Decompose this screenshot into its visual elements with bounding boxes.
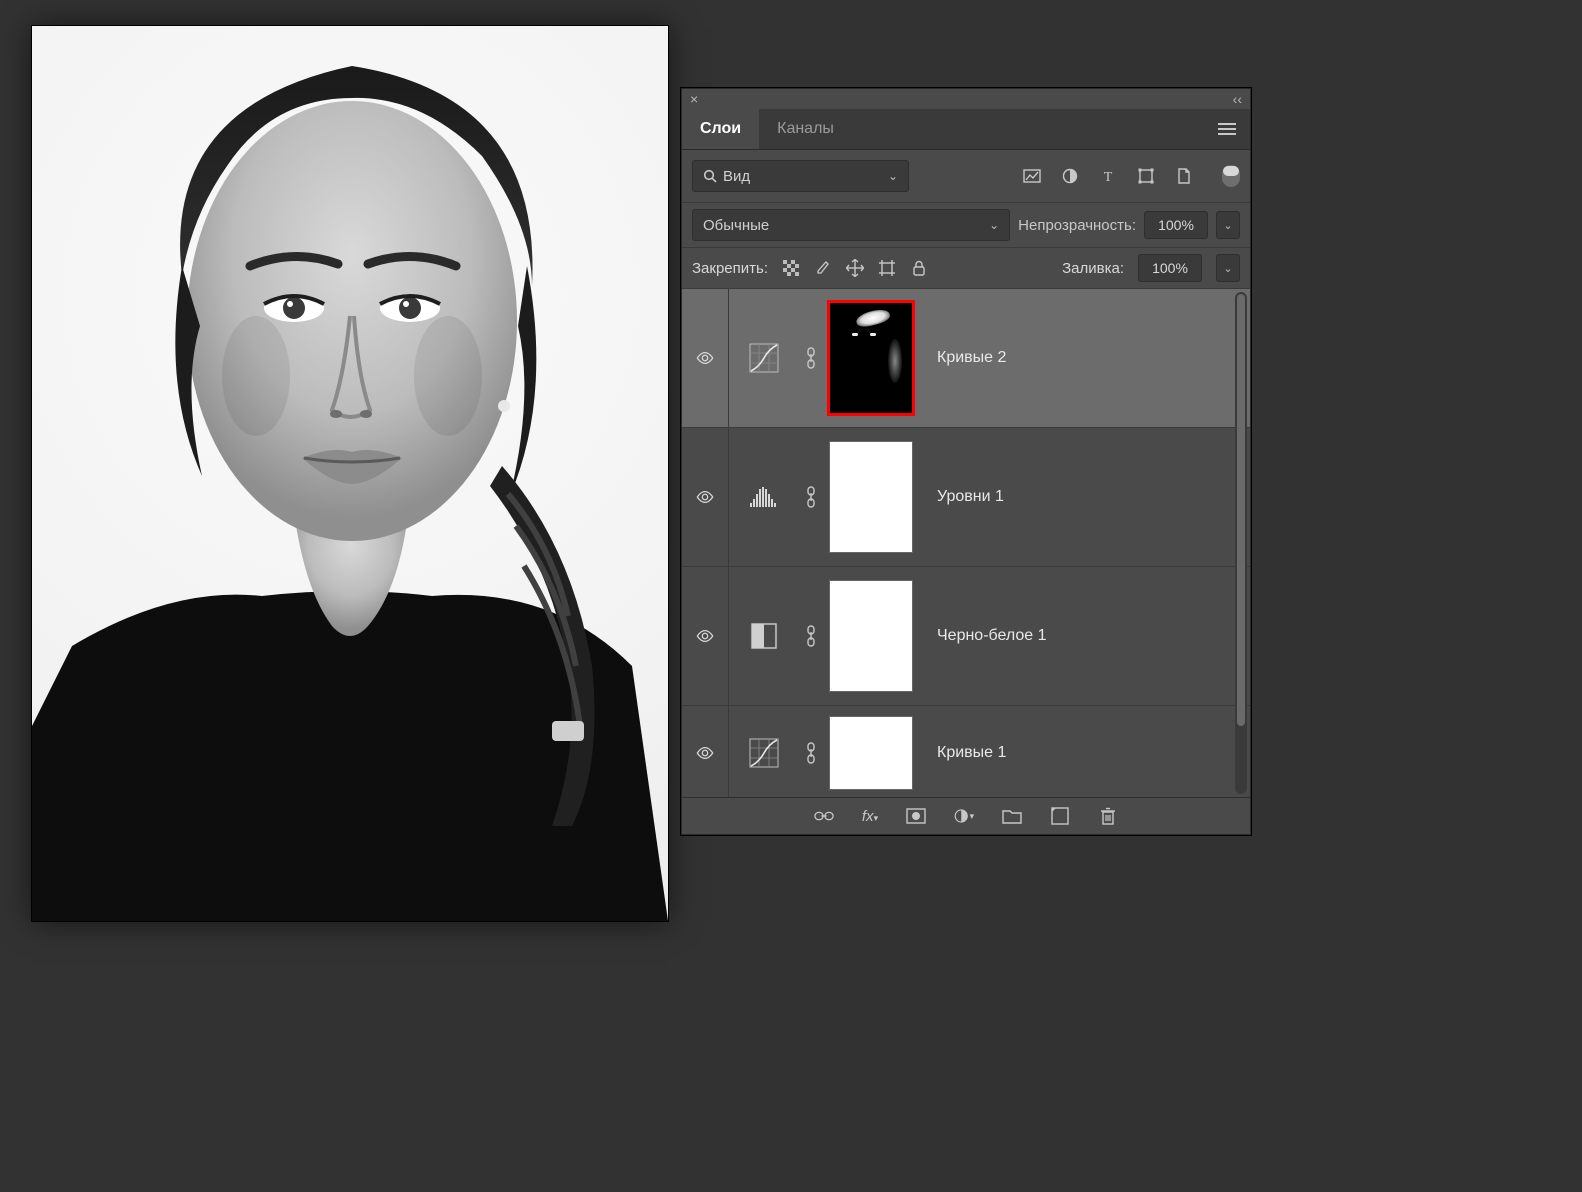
lock-all-icon[interactable] xyxy=(910,259,928,277)
panel-tabs: Слои Каналы xyxy=(682,109,1250,150)
filter-type-icons: T xyxy=(1022,166,1194,186)
fill-dropdown[interactable]: ⌄ xyxy=(1216,254,1240,282)
layer-mask-thumb[interactable] xyxy=(829,716,913,790)
filter-toggle[interactable] xyxy=(1222,165,1240,187)
visibility-eye-icon[interactable] xyxy=(696,488,714,506)
adjustment-levels-icon[interactable] xyxy=(748,481,780,513)
layer-row[interactable]: Кривые 1 xyxy=(682,706,1250,797)
filter-row: Вид ⌄ T xyxy=(682,150,1250,203)
layer-name[interactable]: Кривые 1 xyxy=(919,744,1250,762)
fill-label: Заливка: xyxy=(1062,260,1124,277)
layer-scrollbar[interactable] xyxy=(1235,292,1247,794)
add-mask-icon[interactable] xyxy=(906,806,926,826)
lock-artboard-icon[interactable] xyxy=(878,259,896,277)
layer-list: Кривые 2 Уровни 1 Черно-белое 1 xyxy=(682,289,1250,797)
search-icon xyxy=(703,169,717,183)
panel-bottom-toolbar: fx▾ ▾ xyxy=(682,797,1250,834)
tab-channels[interactable]: Каналы xyxy=(759,109,852,149)
document-canvas[interactable] xyxy=(32,26,668,921)
link-layers-icon[interactable] xyxy=(814,806,834,826)
panel-menu-icon[interactable] xyxy=(1218,122,1250,136)
lock-brush-icon[interactable] xyxy=(814,259,832,277)
mask-link-icon[interactable] xyxy=(806,625,816,647)
panel-collapse-icon[interactable]: ‹‹ xyxy=(1233,91,1242,107)
layer-name[interactable]: Уровни 1 xyxy=(919,488,1250,506)
visibility-eye-icon[interactable] xyxy=(696,349,714,367)
layer-kind-select[interactable]: Вид ⌄ xyxy=(692,160,909,192)
lock-label: Закрепить: xyxy=(692,260,768,277)
panel-close-icon[interactable]: × xyxy=(690,91,698,107)
mask-link-icon[interactable] xyxy=(806,347,816,369)
filter-pixel-icon[interactable] xyxy=(1022,166,1042,186)
layer-mask-thumb[interactable] xyxy=(829,441,913,553)
kind-select-label: Вид xyxy=(723,168,750,185)
blend-mode-select[interactable]: Обычные ⌄ xyxy=(692,209,1010,241)
filter-type-text-icon[interactable]: T xyxy=(1098,166,1118,186)
layer-fx-icon[interactable]: fx▾ xyxy=(862,808,878,825)
delete-layer-icon[interactable] xyxy=(1098,806,1118,826)
app-stage: × ‹‹ Слои Каналы Вид ⌄ T xyxy=(0,0,1582,1192)
new-layer-icon[interactable] xyxy=(1050,806,1070,826)
chevron-down-icon: ⌄ xyxy=(888,169,898,183)
blend-mode-label: Обычные xyxy=(703,217,769,234)
blend-opacity-row: Обычные ⌄ Непрозрачность: 100% ⌄ xyxy=(682,203,1250,248)
panel-titlebar: × ‹‹ xyxy=(682,89,1250,109)
layer-row[interactable]: Кривые 2 xyxy=(682,289,1250,428)
layer-name[interactable]: Черно-белое 1 xyxy=(919,627,1250,645)
opacity-dropdown[interactable]: ⌄ xyxy=(1216,211,1240,239)
mask-link-icon[interactable] xyxy=(806,486,816,508)
opacity-label: Непрозрачность: xyxy=(1018,217,1136,234)
adjustment-curves-icon[interactable] xyxy=(748,737,780,769)
new-group-icon[interactable] xyxy=(1002,806,1022,826)
layer-name[interactable]: Кривые 2 xyxy=(919,349,1250,367)
filter-smart-icon[interactable] xyxy=(1174,166,1194,186)
filter-adjust-icon[interactable] xyxy=(1060,166,1080,186)
layer-row[interactable]: Черно-белое 1 xyxy=(682,567,1250,706)
opacity-value[interactable]: 100% xyxy=(1144,211,1208,239)
layer-row[interactable]: Уровни 1 xyxy=(682,428,1250,567)
layers-panel: × ‹‹ Слои Каналы Вид ⌄ T xyxy=(681,88,1251,835)
new-adjustment-icon[interactable]: ▾ xyxy=(954,806,974,826)
layer-scroll-area[interactable]: Кривые 2 Уровни 1 Черно-белое 1 xyxy=(682,289,1250,797)
filter-shape-icon[interactable] xyxy=(1136,166,1156,186)
fill-value[interactable]: 100% xyxy=(1138,254,1202,282)
scrollbar-thumb[interactable] xyxy=(1237,294,1245,726)
mask-link-icon[interactable] xyxy=(806,742,816,764)
visibility-eye-icon[interactable] xyxy=(696,627,714,645)
lock-move-icon[interactable] xyxy=(846,259,864,277)
svg-text:T: T xyxy=(1104,170,1113,183)
adjustment-bw-icon[interactable] xyxy=(748,620,780,652)
portrait-image xyxy=(32,26,668,921)
layer-mask-thumb[interactable] xyxy=(829,580,913,692)
chevron-down-icon: ⌄ xyxy=(989,218,999,232)
tab-layers[interactable]: Слои xyxy=(682,109,759,149)
visibility-eye-icon[interactable] xyxy=(696,744,714,762)
adjustment-curves-icon[interactable] xyxy=(748,342,780,374)
lock-transparency-icon[interactable] xyxy=(782,259,800,277)
layer-mask-thumb[interactable] xyxy=(827,300,915,416)
lock-fill-row: Закрепить: Заливка: 100% ⌄ xyxy=(682,248,1250,289)
